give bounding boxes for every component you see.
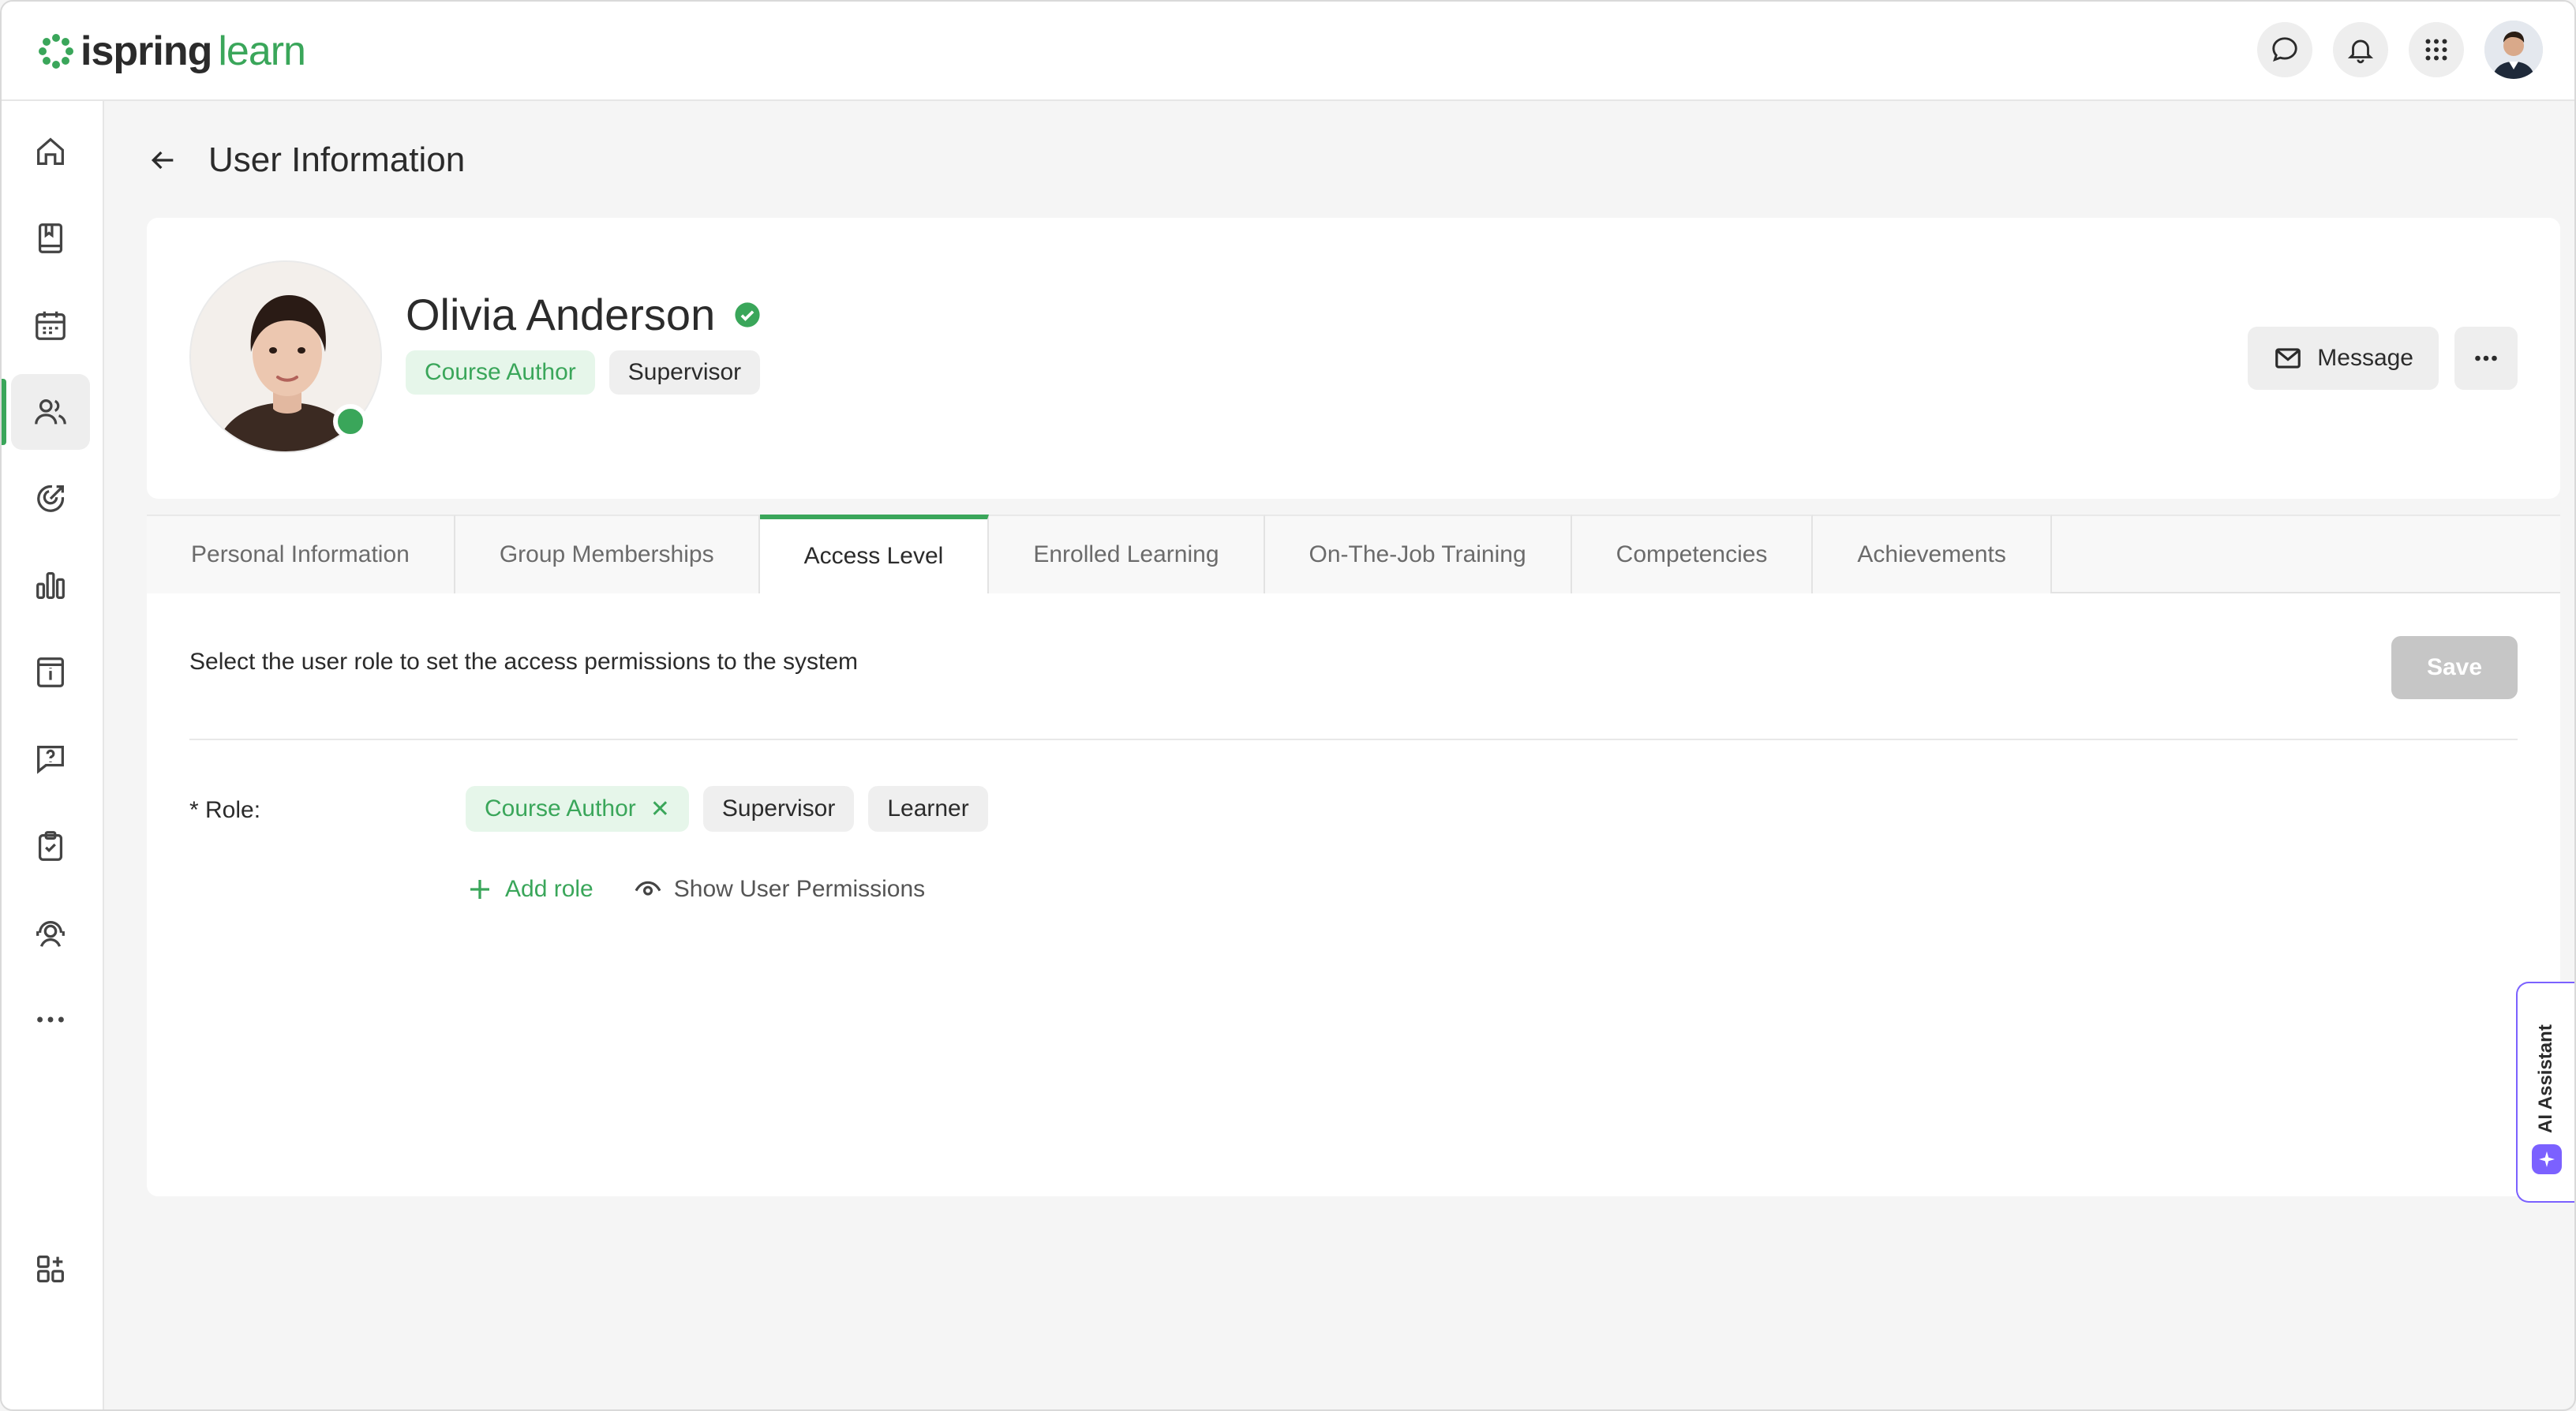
- chat-icon: [2272, 37, 2297, 62]
- tab-on-the-job-training[interactable]: On-The-Job Training: [1264, 515, 1572, 593]
- back-arrow-icon[interactable]: [147, 144, 178, 176]
- verified-badge-icon: [735, 301, 760, 327]
- info-card-icon: [37, 657, 64, 687]
- save-button[interactable]: Save: [2391, 636, 2518, 699]
- profile-name: Olivia Anderson: [406, 290, 716, 339]
- envelope-icon: [2275, 348, 2301, 369]
- profile-name-row: Olivia Anderson: [406, 289, 761, 340]
- tab-personal-information[interactable]: Personal Information: [147, 515, 455, 593]
- clipboard-check-icon: [38, 831, 63, 861]
- ai-assistant-label: AI Assistant: [2535, 1024, 2556, 1133]
- ispring-logo-icon: [39, 34, 73, 69]
- sidebar-item-tasks[interactable]: [11, 808, 90, 884]
- add-widget-icon: [37, 1256, 64, 1282]
- sidebar-item-users[interactable]: [2, 374, 90, 450]
- sidebar-item-help[interactable]: [11, 721, 90, 797]
- calendar-icon: [36, 311, 66, 340]
- more-icon: [37, 1016, 64, 1023]
- tab-group-memberships[interactable]: Group Memberships: [455, 515, 760, 593]
- online-status-indicator: [333, 404, 368, 439]
- top-bar: ispring learn: [2, 2, 2574, 101]
- role-tag-learner[interactable]: Learner: [868, 786, 988, 832]
- book-icon: [38, 223, 63, 253]
- role-tag-label: Course Author: [485, 795, 636, 822]
- brand-suffix: learn: [218, 28, 306, 74]
- role-actions: Add role Show User Permissions: [466, 874, 925, 904]
- sidebar-item-home[interactable]: [11, 114, 90, 189]
- profile-role-tag: Course Author: [406, 350, 595, 395]
- sidebar-item-reports[interactable]: [11, 548, 90, 623]
- profile-role-tag: Supervisor: [608, 350, 761, 395]
- ai-assistant-tab[interactable]: AI Assistant: [2516, 982, 2574, 1203]
- role-tag-supervisor[interactable]: Supervisor: [702, 786, 855, 832]
- show-permissions-button[interactable]: Show User Permissions: [633, 874, 925, 904]
- apps-button[interactable]: [2409, 22, 2464, 77]
- sidebar-item-more[interactable]: [11, 982, 90, 1057]
- logo[interactable]: ispring learn: [38, 25, 306, 77]
- tabs: Personal Information Group Memberships A…: [147, 515, 2560, 593]
- remove-role-icon[interactable]: ✕: [650, 795, 670, 823]
- role-tags: Course Author ✕ Supervisor Learner: [466, 786, 988, 832]
- sidebar-item-library[interactable]: [11, 200, 90, 276]
- tab-achievements[interactable]: Achievements: [1813, 515, 2052, 593]
- plus-icon: [470, 880, 489, 899]
- tab-enrolled-learning[interactable]: Enrolled Learning: [989, 515, 1265, 593]
- sidebar-item-goals[interactable]: [11, 461, 90, 537]
- access-hint-text: Select the user role to set the access p…: [189, 649, 859, 675]
- profile-role-tags: Course Author Supervisor: [406, 350, 761, 395]
- notifications-button[interactable]: [2333, 22, 2388, 77]
- user-avatar-icon: [2484, 21, 2543, 79]
- help-chat-icon: [37, 746, 64, 774]
- sidebar-item-add-widget[interactable]: [11, 1231, 90, 1307]
- show-permissions-label: Show User Permissions: [673, 876, 926, 902]
- message-button[interactable]: Message: [2248, 327, 2439, 390]
- tab-competencies[interactable]: Competencies: [1571, 515, 1814, 593]
- add-role-button[interactable]: Add role: [466, 875, 593, 904]
- target-icon: [37, 485, 65, 512]
- divider: [189, 739, 2518, 740]
- tab-access-level[interactable]: Access Level: [759, 515, 990, 593]
- sidebar-item-calendar[interactable]: [11, 287, 90, 363]
- sparkle-icon: [2532, 1144, 2562, 1174]
- user-avatar[interactable]: [2484, 21, 2543, 79]
- brand-name: ispring: [80, 28, 212, 74]
- sidebar: [2, 101, 104, 1409]
- more-options-button[interactable]: [2454, 327, 2518, 390]
- profile-card: Olivia Anderson Course Author Supervisor…: [147, 218, 2560, 499]
- apps-grid-icon: [2425, 39, 2447, 61]
- users-icon: [35, 399, 66, 425]
- bell-icon: [2347, 39, 2374, 64]
- page-header: User Information: [147, 140, 465, 180]
- home-icon: [37, 137, 64, 165]
- access-level-panel: Select the user role to set the access p…: [147, 593, 2560, 1196]
- add-role-label: Add role: [505, 876, 593, 902]
- role-label: * Role:: [189, 797, 261, 823]
- tabs-filler: [2051, 515, 2560, 592]
- eye-icon: [635, 881, 661, 896]
- message-button-label: Message: [2317, 345, 2413, 371]
- chat-button[interactable]: [2257, 22, 2312, 77]
- ellipsis-icon: [2475, 355, 2497, 361]
- sidebar-item-support[interactable]: [11, 895, 90, 971]
- support-agent-icon: [36, 920, 65, 947]
- role-tag-course-author: Course Author ✕: [466, 786, 689, 832]
- bar-chart-icon: [36, 572, 65, 599]
- app-window: ispring learn User Information Olivia An…: [0, 0, 2576, 1411]
- sidebar-item-info[interactable]: [11, 634, 90, 710]
- page-title: User Information: [208, 140, 466, 179]
